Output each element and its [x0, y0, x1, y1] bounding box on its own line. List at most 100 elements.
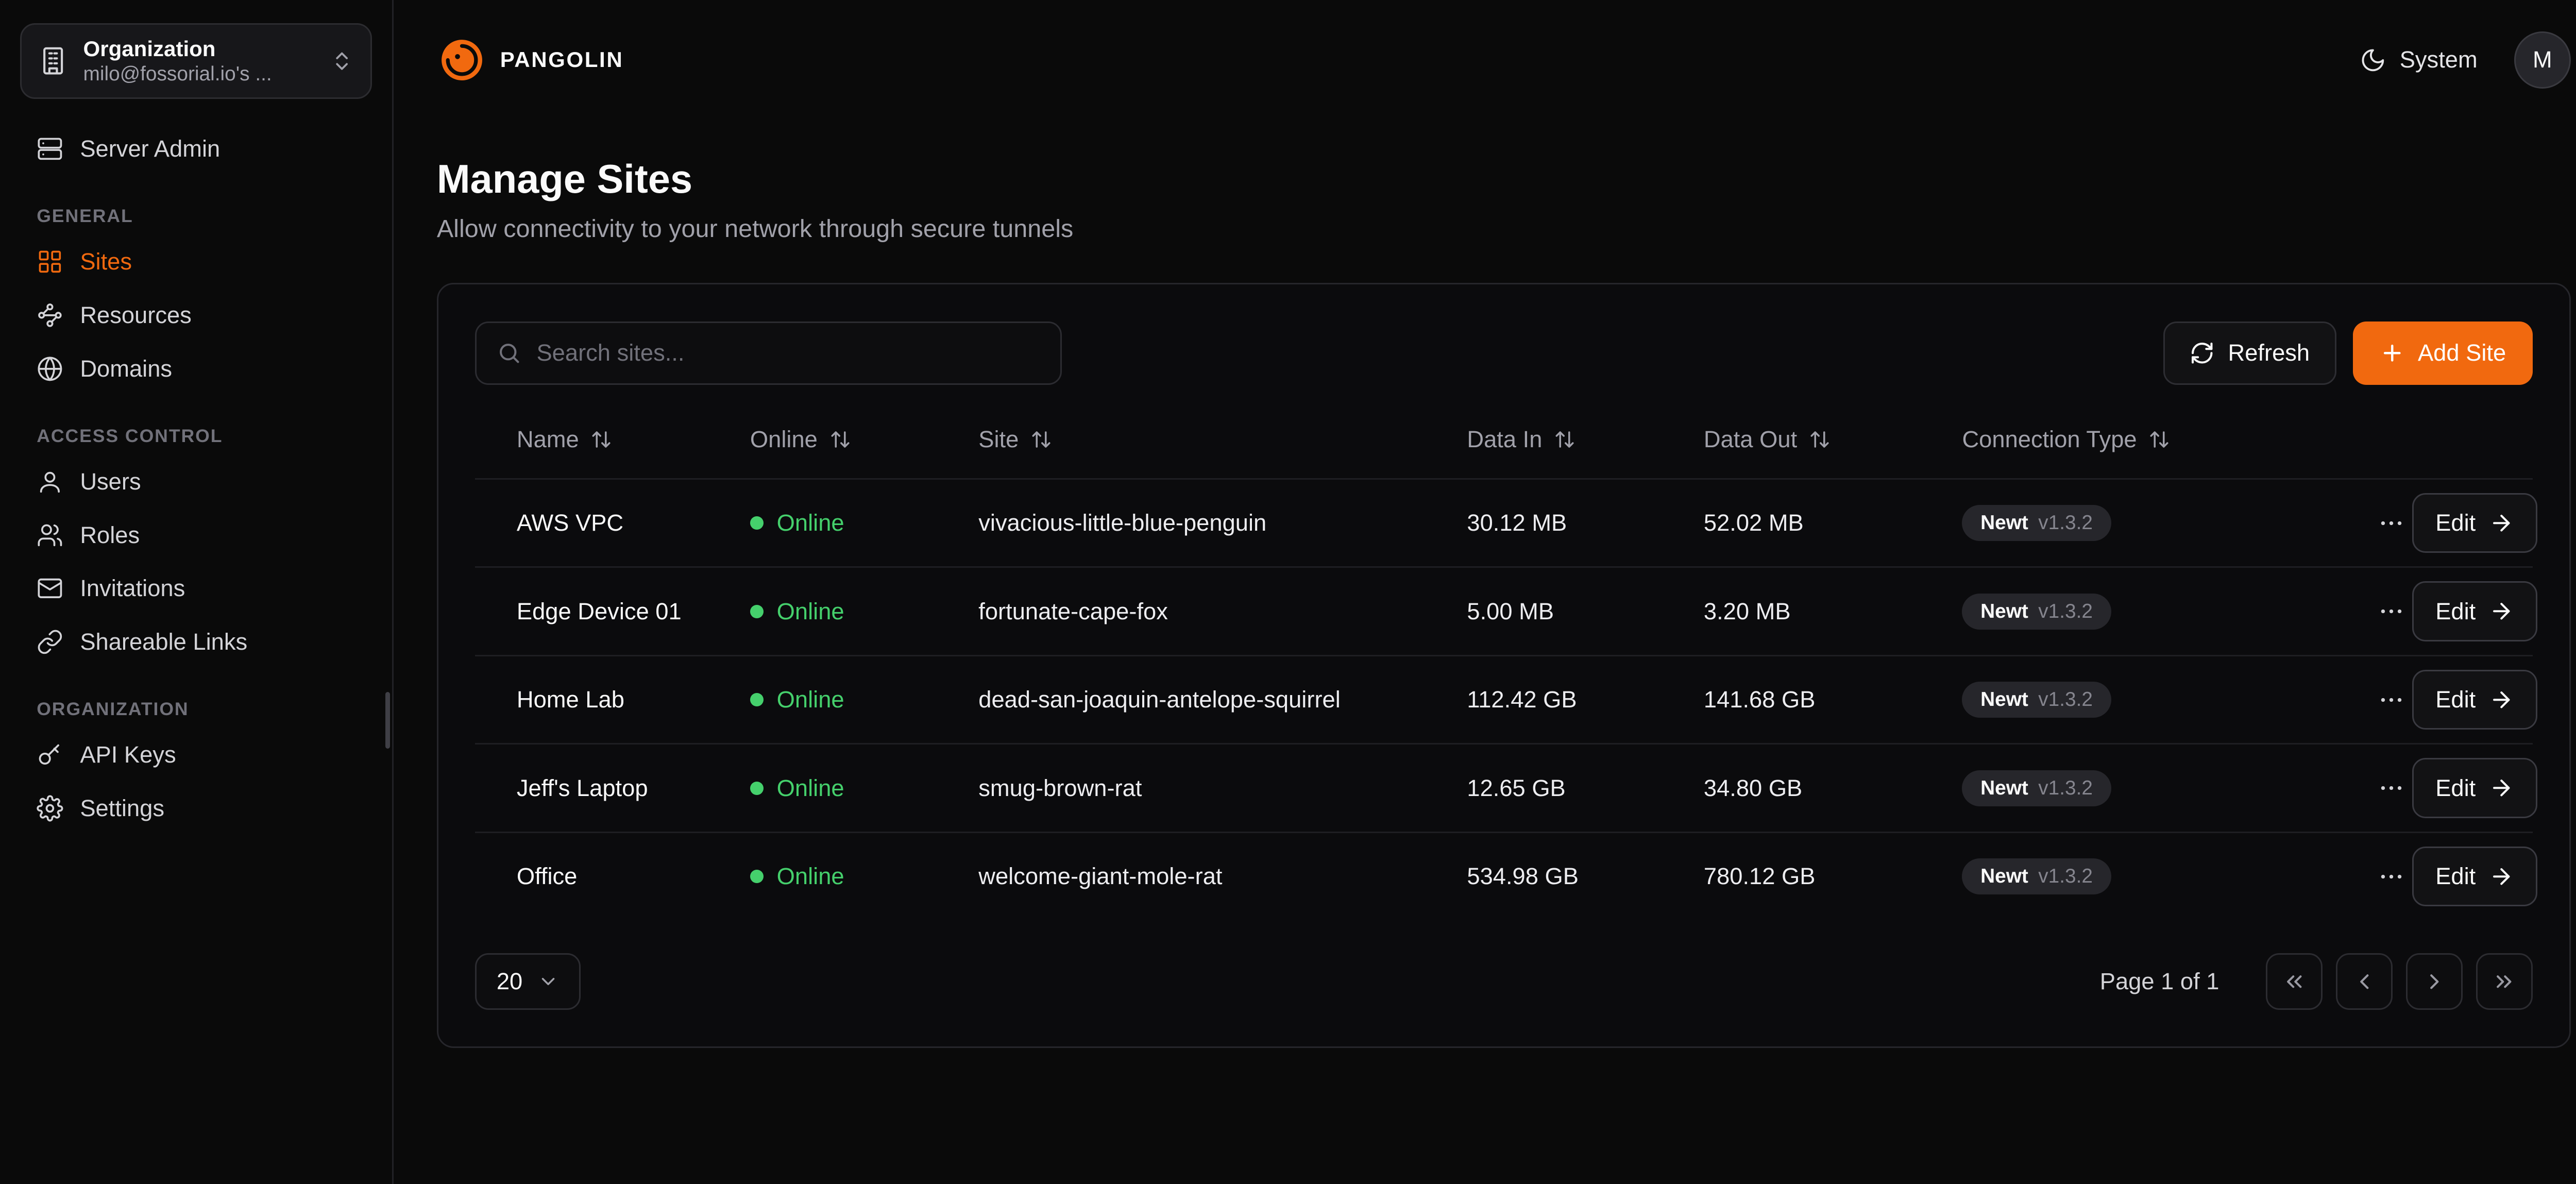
theme-label: System — [2400, 46, 2478, 73]
column-header-name[interactable]: Name — [517, 426, 750, 453]
page-subtitle: Allow connectivity to your network throu… — [437, 214, 2571, 243]
search-input[interactable] — [536, 340, 1040, 366]
data-in-value: 30.12 MB — [1467, 510, 1704, 536]
users-icon — [37, 522, 63, 549]
page-title: Manage Sites — [437, 157, 2571, 202]
arrow-right-icon — [2489, 687, 2514, 713]
building-icon — [38, 46, 68, 76]
sites-toolbar: Refresh Add Site — [475, 322, 2533, 385]
ellipsis-icon — [2377, 862, 2405, 891]
table-header-row: Name Online Site Data In Data Out Connec… — [475, 401, 2533, 478]
prev-page-button[interactable] — [2336, 953, 2393, 1010]
sidebar-item-domains[interactable]: Domains — [20, 342, 372, 396]
sidebar-item-api-keys[interactable]: API Keys — [20, 728, 372, 782]
sort-icon — [1809, 429, 1831, 450]
theme-toggle[interactable]: System — [2360, 46, 2478, 73]
first-page-button[interactable] — [2266, 953, 2323, 1010]
user-icon — [37, 468, 63, 495]
resources-icon — [37, 302, 63, 329]
key-icon — [37, 741, 63, 768]
row-menu-button[interactable] — [2370, 856, 2412, 898]
sidebar-item-server-admin[interactable]: Server Admin — [20, 122, 372, 176]
sidebar-item-invitations[interactable]: Invitations — [20, 562, 372, 615]
section-label-access-control: ACCESS CONTROL — [37, 426, 355, 447]
sidebar-item-label: API Keys — [80, 741, 176, 768]
table-row: AWS VPC Online vivacious-little-blue-pen… — [475, 478, 2533, 567]
sidebar-item-sites[interactable]: Sites — [20, 235, 372, 289]
column-header-site[interactable]: Site — [978, 426, 1467, 453]
online-dot-icon — [750, 605, 764, 618]
sidebar-item-label: Resources — [80, 302, 192, 329]
sidebar-item-roles[interactable]: Roles — [20, 509, 372, 562]
app-window: Organization milo@fossorial.io's ... Ser… — [0, 0, 2576, 1184]
column-header-data-out[interactable]: Data Out — [1704, 426, 1962, 453]
column-header-connection-type[interactable]: Connection Type — [1962, 426, 2370, 453]
sidebar-item-label: Settings — [80, 795, 164, 822]
arrow-right-icon — [2489, 864, 2514, 889]
row-menu-button[interactable] — [2370, 590, 2412, 632]
topbar: PANGOLIN System M — [394, 0, 2576, 120]
avatar[interactable]: M — [2514, 31, 2571, 88]
site-id: dead-san-joaquin-antelope-squirrel — [978, 686, 1467, 713]
org-selector[interactable]: Organization milo@fossorial.io's ... — [20, 23, 372, 99]
sort-icon — [829, 429, 851, 450]
sort-icon — [1030, 429, 1052, 450]
sidebar: Organization milo@fossorial.io's ... Ser… — [0, 0, 394, 1184]
sidebar-item-resources[interactable]: Resources — [20, 289, 372, 342]
chevrons-up-down-icon — [330, 49, 353, 73]
online-dot-icon — [750, 782, 764, 795]
add-site-button[interactable]: Add Site — [2353, 322, 2533, 385]
section-label-organization: ORGANIZATION — [37, 699, 355, 720]
page-info: Page 1 of 1 — [2100, 968, 2219, 995]
online-dot-icon — [750, 516, 764, 530]
org-name: Organization — [83, 37, 316, 61]
last-page-button[interactable] — [2476, 953, 2533, 1010]
sort-icon — [2148, 429, 2170, 450]
sidebar-item-label: Shareable Links — [80, 629, 247, 655]
brand: PANGOLIN — [437, 35, 623, 85]
status-badge: Online — [750, 775, 978, 802]
data-out-value: 780.12 GB — [1704, 863, 1962, 890]
edit-button[interactable]: Edit — [2412, 581, 2537, 641]
column-header-data-in[interactable]: Data In — [1467, 426, 1704, 453]
data-out-value: 34.80 GB — [1704, 775, 1962, 802]
status-badge: Online — [750, 598, 978, 625]
sidebar-scrollbar-thumb[interactable] — [385, 692, 391, 749]
org-subtitle: milo@fossorial.io's ... — [83, 63, 316, 86]
brand-name: PANGOLIN — [500, 47, 624, 72]
edit-button[interactable]: Edit — [2412, 670, 2537, 730]
table-row: Edge Device 01 Online fortunate-cape-fox… — [475, 566, 2533, 655]
table-row: Home Lab Online dead-san-joaquin-antelop… — [475, 655, 2533, 743]
search-icon — [497, 341, 522, 366]
sidebar-item-settings[interactable]: Settings — [20, 782, 372, 835]
row-menu-button[interactable] — [2370, 502, 2412, 544]
edit-button[interactable]: Edit — [2412, 493, 2537, 553]
data-in-value: 12.65 GB — [1467, 775, 1704, 802]
sidebar-item-users[interactable]: Users — [20, 455, 372, 509]
site-name: Office — [517, 863, 750, 890]
plus-icon — [2380, 341, 2405, 366]
edit-button[interactable]: Edit — [2412, 847, 2537, 906]
arrow-right-icon — [2489, 511, 2514, 536]
row-menu-button[interactable] — [2370, 679, 2412, 721]
connection-type-badge: Newtv1.3.2 — [1962, 770, 2111, 806]
chevrons-right-icon — [2492, 969, 2517, 994]
globe-icon — [37, 356, 63, 382]
sort-icon — [590, 429, 612, 450]
avatar-initial: M — [2533, 46, 2552, 73]
edit-button[interactable]: Edit — [2412, 758, 2537, 818]
next-page-button[interactable] — [2406, 953, 2463, 1010]
arrow-right-icon — [2489, 775, 2514, 801]
sidebar-item-shareable-links[interactable]: Shareable Links — [20, 615, 372, 669]
refresh-button[interactable]: Refresh — [2163, 322, 2336, 385]
data-in-value: 534.98 GB — [1467, 863, 1704, 890]
sites-icon — [37, 248, 63, 275]
row-menu-button[interactable] — [2370, 767, 2412, 809]
site-name: AWS VPC — [517, 510, 750, 536]
status-badge: Online — [750, 686, 978, 713]
sidebar-item-label: Sites — [80, 248, 132, 275]
ellipsis-icon — [2377, 774, 2405, 802]
column-header-online[interactable]: Online — [750, 426, 978, 453]
page-size-select[interactable]: 20 — [475, 953, 581, 1010]
sidebar-item-label: Invitations — [80, 575, 185, 602]
